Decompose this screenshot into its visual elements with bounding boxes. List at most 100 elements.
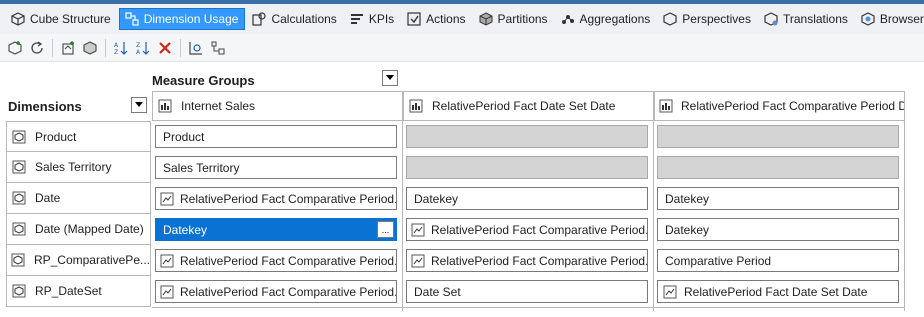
- tab-browser[interactable]: Browser: [856, 8, 924, 30]
- relationship-cell[interactable]: Datekey: [406, 187, 648, 210]
- dimension-row-rp-dateset[interactable]: RP_DateSet: [6, 276, 151, 307]
- show-all-icon[interactable]: [185, 37, 207, 59]
- measure-group-column-header[interactable]: Internet Sales: [152, 91, 403, 121]
- relationship-cell-selected[interactable]: Datekey ...: [155, 218, 397, 241]
- relationship-cell-empty[interactable]: [406, 156, 648, 179]
- sort-descending-icon[interactable]: ZA: [132, 37, 154, 59]
- dimensions-dropdown[interactable]: [131, 97, 147, 113]
- translations-icon: [763, 11, 779, 27]
- svg-text:Z: Z: [136, 42, 140, 49]
- dimension-icon: [11, 159, 27, 175]
- measure-groups-header: Measure Groups: [152, 72, 255, 88]
- dimension-usage-icon: [124, 11, 140, 27]
- cell-text: Comparative Period: [665, 253, 772, 268]
- new-dimension-icon[interactable]: [79, 37, 101, 59]
- tab-translations[interactable]: Translations: [759, 8, 854, 30]
- grid-divider: [402, 121, 403, 311]
- refresh-icon[interactable]: [26, 37, 48, 59]
- relationship-cell[interactable]: RelativePeriod Fact Date Set Date: [657, 280, 899, 303]
- relationship-cell[interactable]: Sales Territory: [155, 156, 397, 179]
- tab-kpis[interactable]: KPIs: [345, 8, 400, 30]
- cell-text: Product: [163, 129, 205, 144]
- cell-text: Date Set: [414, 284, 461, 299]
- relationship-cell-empty[interactable]: [406, 125, 648, 148]
- sort-ascending-icon[interactable]: AZ: [110, 37, 132, 59]
- tab-label: Perspectives: [682, 12, 751, 26]
- tab-label: Cube Structure: [30, 12, 111, 26]
- measure-group-column-header[interactable]: RelativePeriod Fact Date Set Date: [403, 91, 654, 121]
- tab-partitions[interactable]: Partitions: [474, 8, 554, 30]
- dimension-label: Date: [35, 191, 61, 205]
- relationship-cell[interactable]: Date Set: [406, 280, 648, 303]
- dimension-row-date[interactable]: Date: [6, 183, 151, 214]
- aggregations-icon: [560, 11, 576, 27]
- measure-group-column-header[interactable]: RelativePeriod Fact Comparative Period D…: [654, 91, 905, 121]
- dimension-label: Product: [35, 129, 77, 144]
- ellipsis-button[interactable]: ...: [377, 221, 394, 238]
- dimension-label: Sales Territory: [35, 160, 112, 174]
- measure-groups-dropdown[interactable]: [382, 70, 398, 86]
- tab-cube-structure[interactable]: Cube Structure: [6, 8, 117, 30]
- add-cube-dimension-icon[interactable]: [4, 37, 26, 59]
- browser-icon: [860, 11, 876, 27]
- tab-label: KPIs: [368, 12, 395, 26]
- dimension-icon: [11, 190, 27, 206]
- kpis-icon: [349, 11, 365, 27]
- relationship-cell[interactable]: Datekey: [657, 187, 899, 210]
- svg-text:A: A: [136, 49, 141, 56]
- cell-text: Datekey: [665, 191, 710, 206]
- perspectives-icon: [662, 11, 678, 27]
- toolbar-separator: [105, 38, 106, 57]
- dimension-icon: [11, 252, 26, 268]
- cell-text: RelativePeriod Fact Comparative Period..…: [180, 253, 397, 268]
- column-header-label: RelativePeriod Fact Date Set Date: [432, 99, 616, 113]
- relationship-cell[interactable]: RelativePeriod Fact Comparative Period..…: [406, 249, 648, 272]
- many-to-many-icon: [160, 191, 174, 207]
- dimension-row-product[interactable]: Product: [6, 121, 151, 152]
- cell-text: Datekey: [665, 222, 710, 237]
- column-header-label: Internet Sales: [181, 99, 256, 113]
- tab-dimension-usage[interactable]: Dimension Usage: [118, 8, 246, 30]
- tab-actions[interactable]: Actions: [402, 8, 471, 30]
- relationship-cell[interactable]: RelativePeriod Fact Comparative Period..…: [406, 218, 648, 241]
- tab-perspectives[interactable]: Perspectives: [658, 8, 757, 30]
- new-relationship-icon[interactable]: [57, 37, 79, 59]
- relationship-cell[interactable]: RelativePeriod Fact Comparative Period..…: [155, 280, 397, 303]
- grid-divider: [152, 307, 904, 308]
- toolbar-separator: [52, 38, 53, 57]
- many-to-many-icon: [160, 284, 174, 300]
- dimension-icon: [11, 129, 27, 145]
- measure-group-icon: [659, 98, 673, 114]
- dimension-row-date-mapped[interactable]: Date (Mapped Date): [6, 214, 151, 245]
- cube-dimension-tree-icon[interactable]: [207, 37, 229, 59]
- dimension-row-rp-comparative[interactable]: RP_ComparativePe...: [6, 245, 151, 276]
- dimension-label: RP_ComparativePe...: [33, 253, 150, 267]
- measure-group-icon: [408, 98, 424, 114]
- tab-label: Partitions: [497, 12, 548, 26]
- tab-label: Translations: [782, 12, 848, 26]
- cell-text: RelativePeriod Fact Comparative Period..…: [431, 253, 648, 268]
- tab-aggregations[interactable]: Aggregations: [556, 8, 657, 30]
- many-to-many-icon: [411, 222, 425, 238]
- relationship-cell-empty[interactable]: [657, 156, 899, 179]
- relationship-cell[interactable]: Datekey: [657, 218, 899, 241]
- cell-text: RelativePeriod Fact Comparative Period..…: [180, 284, 397, 299]
- relationship-cell[interactable]: RelativePeriod Fact Comparative Period..…: [155, 249, 397, 272]
- relationship-cell[interactable]: Comparative Period: [657, 249, 899, 272]
- cell-text: Sales Territory: [163, 160, 240, 175]
- relationship-cell[interactable]: Product: [155, 125, 397, 148]
- dimension-label: RP_DateSet: [35, 284, 102, 298]
- relationship-cell-empty[interactable]: [657, 125, 899, 148]
- actions-icon: [406, 11, 422, 27]
- cell-text: RelativePeriod Fact Comparative Period..…: [180, 191, 397, 206]
- relationship-cell[interactable]: RelativePeriod Fact Comparative Period..…: [155, 187, 397, 210]
- tab-label: Dimension Usage: [143, 12, 239, 26]
- dimension-label: Date (Mapped Date): [35, 222, 144, 236]
- tab-calculations[interactable]: Calculations: [247, 8, 342, 30]
- many-to-many-icon: [160, 253, 174, 269]
- dimension-row-sales-territory[interactable]: Sales Territory: [6, 152, 151, 183]
- delete-icon[interactable]: [154, 37, 176, 59]
- dimension-icon: [11, 221, 27, 237]
- chevron-down-icon: [135, 102, 143, 107]
- designer-tab-bar: Cube Structure Dimension Usage Calculati…: [0, 4, 924, 34]
